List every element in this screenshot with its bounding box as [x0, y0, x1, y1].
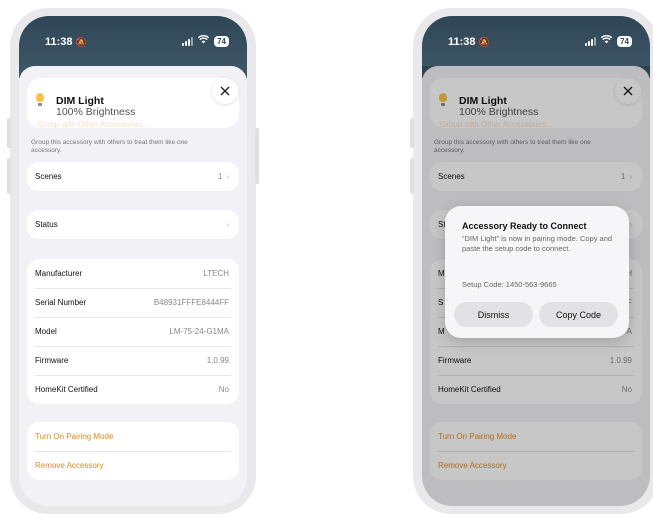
clock: 11:38 🔕 [45, 36, 87, 48]
screen: 11:38 🔕 74 DIM Light 100% Brightness Gro… [19, 16, 247, 506]
bell-slash-icon: 🔕 [478, 37, 490, 47]
phone-right: 11:38 🔕 74 DIM Light 100% Brightness Gro… [410, 8, 653, 514]
info-label: Serial Number [35, 298, 87, 307]
info-row-firmware: Firmware 1.0.99 [27, 346, 239, 375]
pairing-mode-button[interactable]: Turn On Pairing Mode [27, 422, 239, 451]
info-row-serial: Serial Number B48931FFFE8444FF [27, 288, 239, 317]
clock-text: 11:38 [45, 36, 73, 48]
remove-accessory-label: Remove Accessory [35, 461, 104, 470]
status-label: Status [35, 220, 58, 229]
bell-slash-icon: 🔕 [75, 37, 87, 47]
volume-button [7, 118, 11, 148]
info-label: HomeKit Certified [35, 385, 98, 394]
info-row-homekit: HomeKit Certified No [27, 375, 239, 404]
scenes-label: Scenes [35, 172, 62, 181]
chevron-right-icon: › [226, 220, 229, 229]
chevron-right-icon: › [226, 172, 229, 181]
alert-setup-code: Setup Code: 1450-563-9665 [462, 280, 557, 289]
dismiss-button[interactable]: Dismiss [454, 302, 533, 327]
info-row-manufacturer: Manufacturer LTECH [27, 259, 239, 288]
wifi-icon [197, 34, 210, 47]
screen: 11:38 🔕 74 DIM Light 100% Brightness Gro… [422, 16, 650, 506]
scenes-card[interactable]: Scenes 1 › [27, 162, 239, 191]
group-note: Group this accessory with others to trea… [31, 139, 188, 154]
info-card: Manufacturer LTECH Serial Number B48931FFF… [27, 259, 239, 404]
info-value: LTECH [203, 269, 229, 278]
info-value: 1.0.99 [206, 356, 229, 365]
actions-card: Turn On Pairing Mode Remove Accessory [27, 422, 239, 480]
status-bar: 11:38 🔕 74 [19, 16, 247, 60]
info-value: B48931FFFE8444FF [153, 298, 229, 307]
info-label: Manufacturer [35, 269, 83, 278]
volume-button [410, 158, 414, 194]
clock-text: 11:38 [448, 36, 476, 48]
scenes-value: 1 › [217, 172, 229, 181]
accessory-brightness: 100% Brightness [56, 106, 136, 118]
info-label: Firmware [35, 356, 69, 365]
status-indicators: 74 [182, 34, 229, 47]
info-value: No [218, 385, 229, 394]
remove-accessory-button[interactable]: Remove Accessory [27, 451, 239, 480]
lightbulb-icon [35, 93, 45, 107]
alert-message: “DIM Light” is now in pairing mode. Copy… [462, 234, 613, 253]
group-with-accessories-ghost: Group with Other Accessories... [37, 120, 150, 128]
accessory-header[interactable]: DIM Light 100% Brightness Group with Oth… [27, 78, 239, 128]
clock: 11:38 🔕 [448, 36, 490, 48]
battery-indicator: 74 [617, 35, 632, 47]
signal-icon [585, 36, 597, 46]
power-button [255, 128, 259, 184]
status-row[interactable]: Status › [27, 210, 239, 239]
status-card[interactable]: Status › [27, 210, 239, 239]
accessory-sheet: DIM Light 100% Brightness Group with Oth… [19, 66, 247, 506]
battery-indicator: 74 [214, 35, 229, 47]
info-row-model: Model LM-75-24-G1MA [27, 317, 239, 346]
status-indicators: 74 [585, 34, 632, 47]
pairing-mode-label: Turn On Pairing Mode [35, 432, 114, 441]
scenes-row[interactable]: Scenes 1 › [27, 162, 239, 191]
phone-left: 11:38 🔕 74 DIM Light 100% Brightness Gro… [7, 8, 259, 514]
close-button[interactable] [212, 78, 238, 104]
status-value: › [222, 220, 229, 229]
wifi-icon [600, 34, 613, 47]
info-value: LM-75-24-G1MA [169, 327, 229, 336]
volume-button [7, 158, 11, 194]
status-bar: 11:38 🔕 74 [422, 16, 650, 60]
alert-title: Accessory Ready to Connect [462, 221, 587, 231]
volume-button [410, 118, 414, 148]
info-label: Model [35, 327, 57, 336]
copy-code-button[interactable]: Copy Code [539, 302, 618, 327]
signal-icon [182, 36, 194, 46]
pairing-alert: Accessory Ready to Connect “DIM Light” i… [445, 206, 629, 338]
close-icon [220, 86, 230, 96]
